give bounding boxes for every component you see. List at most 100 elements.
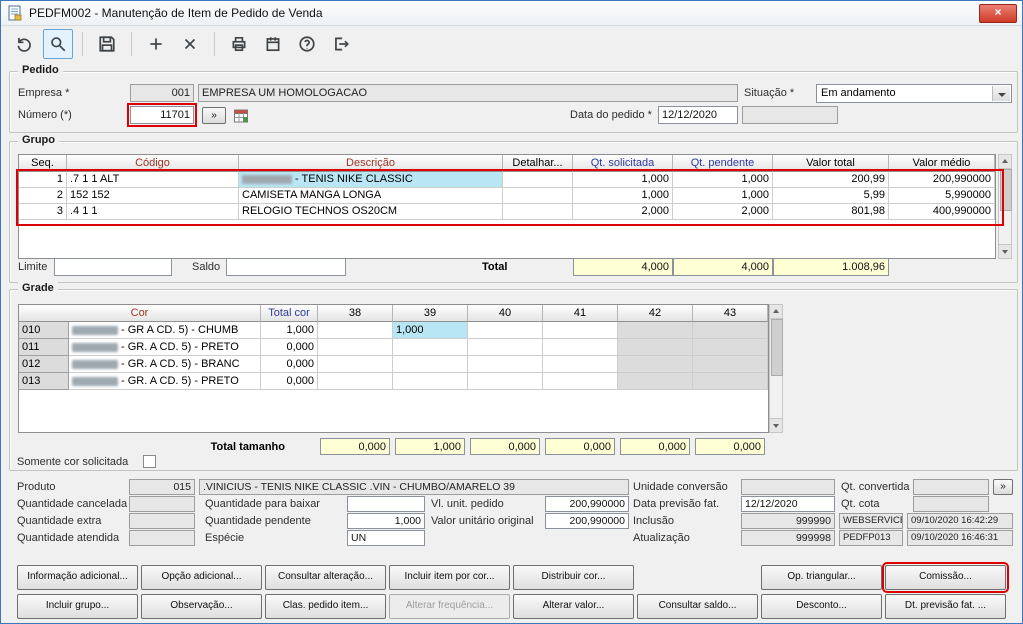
cor-code-cell[interactable]: 010: [19, 322, 69, 339]
qt-convertida-expand-button[interactable]: »: [993, 479, 1013, 495]
size-cell[interactable]: [468, 339, 543, 356]
scroll-down-icon[interactable]: [770, 418, 782, 432]
cell-valor-medio[interactable]: 400,990000: [889, 204, 995, 220]
chevron-down-icon[interactable]: [992, 86, 1010, 101]
grade-row[interactable]: 011 - GR. A CD. 5) - PRETO 0,000: [19, 339, 768, 356]
col-header-size-42[interactable]: 42: [618, 305, 693, 322]
cor-code-cell[interactable]: 011: [19, 339, 69, 356]
cell-valor-medio[interactable]: 5,990000: [889, 188, 995, 204]
scroll-up-icon[interactable]: [770, 305, 782, 319]
cell-detalhar[interactable]: [503, 172, 573, 188]
col-header-descricao[interactable]: Descrição: [239, 155, 503, 172]
cell-codigo[interactable]: 152 152: [67, 188, 239, 204]
numero-input[interactable]: [127, 103, 197, 127]
cell-codigo[interactable]: .7 1 1 ALT: [67, 172, 239, 188]
col-header-valor-medio[interactable]: Valor médio: [889, 155, 995, 172]
cor-desc-cell[interactable]: - GR. A CD. 5) - BRANC: [69, 356, 261, 373]
cell-codigo[interactable]: .4 1 1: [67, 204, 239, 220]
col-header-detalhar[interactable]: Detalhar...: [503, 155, 573, 172]
incluir-grupo-button[interactable]: Incluir grupo...: [17, 594, 138, 619]
desconto-button[interactable]: Desconto...: [761, 594, 882, 619]
add-button[interactable]: [141, 29, 171, 59]
grade-row[interactable]: 013 - GR. A CD. 5) - PRETO 0,000: [19, 373, 768, 390]
cor-code-cell[interactable]: 013: [19, 373, 69, 390]
size-cell[interactable]: [543, 339, 618, 356]
size-cell[interactable]: [318, 339, 393, 356]
size-cell[interactable]: [468, 373, 543, 390]
col-header-seq[interactable]: Seq.: [19, 155, 67, 172]
alterar-valor-button[interactable]: Alterar valor...: [513, 594, 634, 619]
scrollbar-thumb[interactable]: [1000, 169, 1012, 211]
grade-scrollbar[interactable]: [769, 304, 783, 433]
dt-previsao-fat-button[interactable]: Dt. previsão fat. ...: [885, 594, 1006, 619]
size-cell[interactable]: [393, 356, 468, 373]
cell-qt-pendente[interactable]: 2,000: [673, 204, 773, 220]
size-cell[interactable]: [393, 339, 468, 356]
titlebar[interactable]: PEDFM002 - Manutenção de Item de Pedido …: [1, 1, 1022, 26]
size-cell[interactable]: [318, 356, 393, 373]
total-cor-cell[interactable]: 1,000: [261, 322, 318, 339]
qtd-baixar-field[interactable]: [347, 496, 425, 512]
exit-button[interactable]: [326, 29, 356, 59]
consultar-saldo-button[interactable]: Consultar saldo...: [637, 594, 758, 619]
data-pedido-input[interactable]: [658, 106, 738, 124]
col-header-qt-solicitada[interactable]: Qt. solicitada: [573, 155, 673, 172]
size-cell[interactable]: [318, 322, 393, 339]
col-header-cor[interactable]: Cor: [19, 305, 261, 322]
cell-seq[interactable]: 3: [19, 204, 67, 220]
cell-qt-pendente[interactable]: 1,000: [673, 172, 773, 188]
help-button[interactable]: [292, 29, 322, 59]
grade-row[interactable]: 010 - GR A CD. 5) - CHUMB 1,000 1,000: [19, 322, 768, 339]
col-header-total-cor[interactable]: Total cor: [261, 305, 318, 322]
col-header-valor-total[interactable]: Valor total: [773, 155, 889, 172]
print-button[interactable]: [224, 29, 254, 59]
cell-descricao[interactable]: - TENIS NIKE CLASSIC: [239, 172, 503, 188]
cell-seq[interactable]: 2: [19, 188, 67, 204]
cell-qt-solicitada[interactable]: 1,000: [573, 188, 673, 204]
total-cor-cell[interactable]: 0,000: [261, 356, 318, 373]
cell-valor-total[interactable]: 200,99: [773, 172, 889, 188]
size-cell[interactable]: [468, 322, 543, 339]
cell-valor-total[interactable]: 5,99: [773, 188, 889, 204]
data-previsao-field[interactable]: 12/12/2020: [741, 496, 835, 512]
cell-descricao[interactable]: RELOGIO TECHNOS OS20CM: [239, 204, 503, 220]
situacao-select[interactable]: Em andamento: [816, 84, 1012, 103]
close-button[interactable]: ×: [979, 4, 1017, 23]
cell-detalhar[interactable]: [503, 188, 573, 204]
col-header-codigo[interactable]: Código: [67, 155, 239, 172]
op-triangular-button[interactable]: Op. triangular...: [761, 565, 882, 590]
size-cell-selected[interactable]: 1,000: [393, 322, 468, 339]
col-header-size-38[interactable]: 38: [318, 305, 393, 322]
col-header-size-43[interactable]: 43: [693, 305, 768, 322]
cor-code-cell[interactable]: 012: [19, 356, 69, 373]
col-header-size-39[interactable]: 39: [393, 305, 468, 322]
undo-button[interactable]: [9, 29, 39, 59]
cell-seq[interactable]: 1: [19, 172, 67, 188]
opcao-adicional-button[interactable]: Opção adicional...: [141, 565, 262, 590]
consultar-alteracao-button[interactable]: Consultar alteração...: [265, 565, 386, 590]
table-row[interactable]: 2 152 152 CAMISETA MANGA LONGA 1,000 1,0…: [19, 188, 995, 204]
observacao-button[interactable]: Observação...: [141, 594, 262, 619]
col-header-size-40[interactable]: 40: [468, 305, 543, 322]
scrollbar-thumb[interactable]: [771, 319, 783, 376]
informacao-adicional-button[interactable]: Informação adicional...: [17, 565, 138, 590]
numero-expand-button[interactable]: »: [202, 107, 226, 124]
cor-desc-cell[interactable]: - GR A CD. 5) - CHUMB: [69, 322, 261, 339]
cor-desc-cell[interactable]: - GR. A CD. 5) - PRETO: [69, 373, 261, 390]
scroll-down-icon[interactable]: [999, 244, 1011, 258]
clas-pedido-item-button[interactable]: Clas. pedido item...: [265, 594, 386, 619]
cell-detalhar[interactable]: [503, 204, 573, 220]
cell-qt-pendente[interactable]: 1,000: [673, 188, 773, 204]
schedule-button[interactable]: [258, 29, 288, 59]
cell-valor-total[interactable]: 801,98: [773, 204, 889, 220]
save-button[interactable]: [92, 29, 122, 59]
delete-button[interactable]: [175, 29, 205, 59]
table-row[interactable]: 3 .4 1 1 RELOGIO TECHNOS OS20CM 2,000 2,…: [19, 204, 995, 220]
size-cell[interactable]: [468, 356, 543, 373]
distribuir-cor-button[interactable]: Distribuir cor...: [513, 565, 634, 590]
size-cell[interactable]: [543, 322, 618, 339]
size-cell[interactable]: [393, 373, 468, 390]
incluir-item-por-cor-button[interactable]: Incluir item por cor...: [389, 565, 510, 590]
comissao-button[interactable]: Comissão...: [882, 562, 1009, 593]
saldo-input[interactable]: [226, 258, 346, 276]
